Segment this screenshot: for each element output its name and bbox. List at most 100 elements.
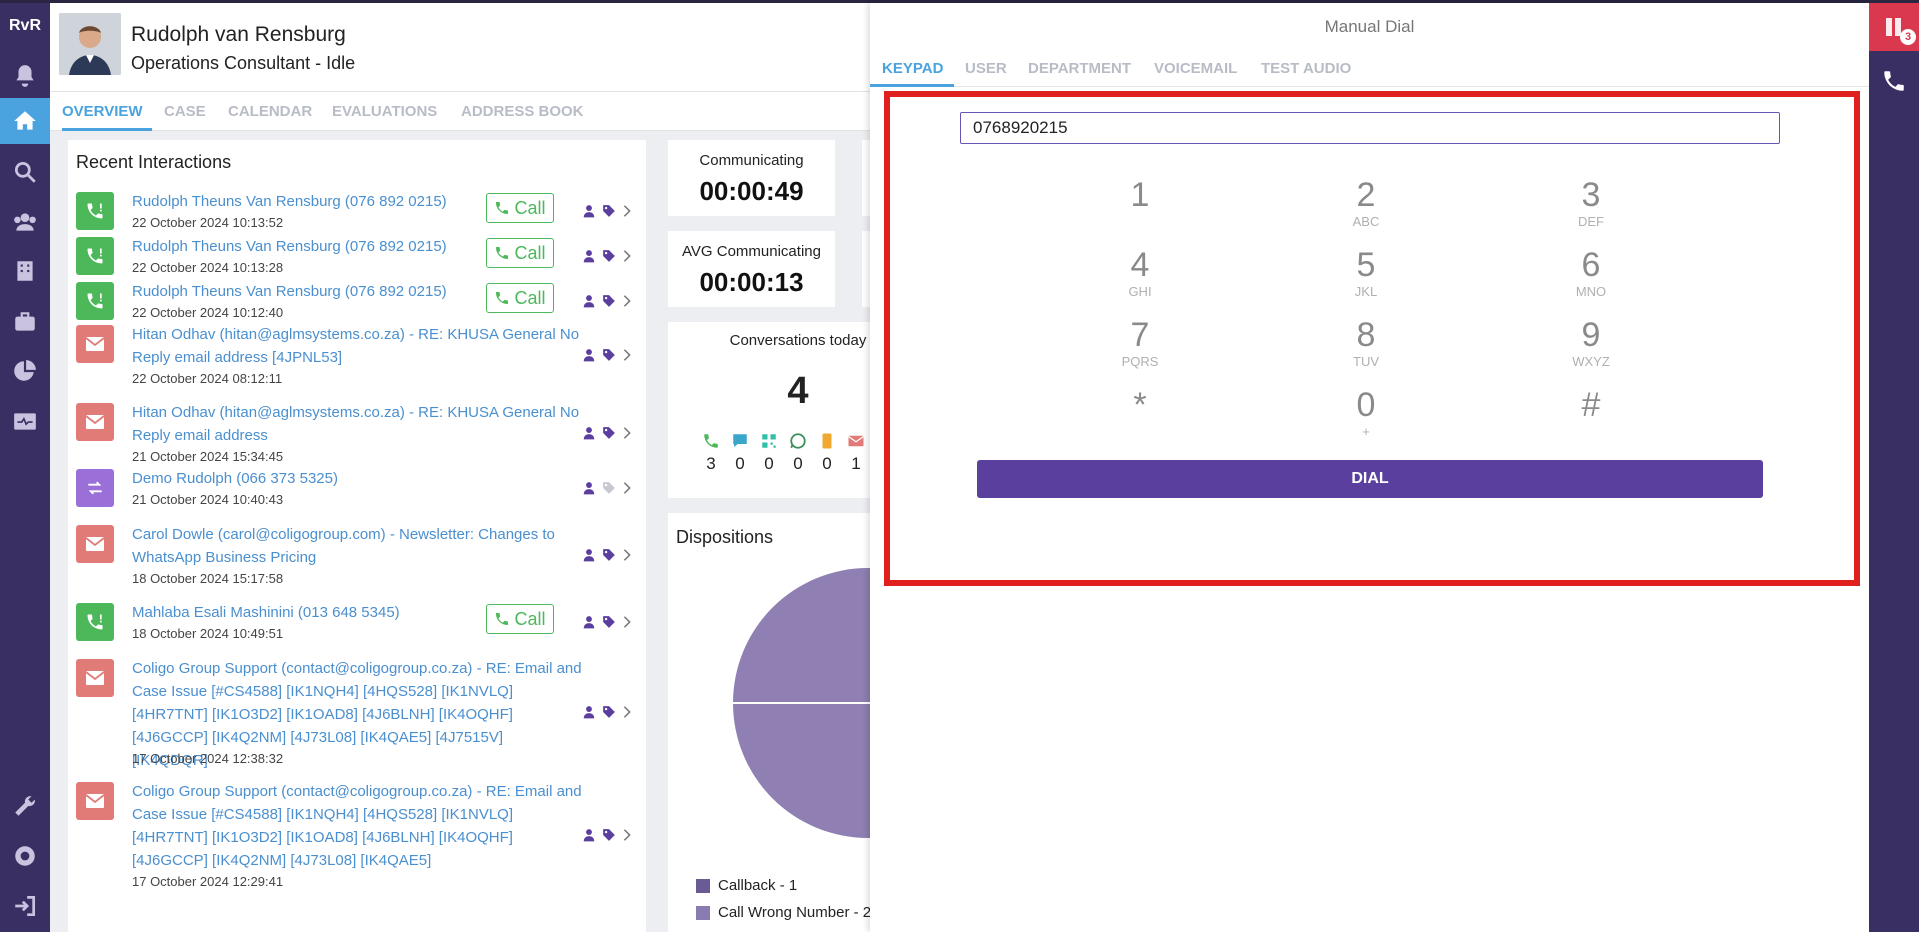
interaction-title[interactable]: Demo Rudolph (066 373 5325) [132,467,582,490]
keypad-key[interactable]: 0 + [1306,385,1426,449]
tag-icon[interactable] [602,828,616,842]
keypad-key[interactable]: 6 MNO [1531,245,1651,309]
chevron-right-icon[interactable] [622,481,632,495]
keypad-key[interactable]: 2 ABC [1306,175,1426,239]
chevron-right-icon[interactable] [622,426,632,440]
tag-icon[interactable] [602,426,616,440]
person-icon[interactable] [582,481,596,495]
tab-calendar[interactable]: CALENDAR [228,103,312,120]
interaction-title[interactable]: Hitan Odhav (hitan@aglmsystems.co.za) - … [132,323,582,369]
dial-tab-keypad[interactable]: KEYPAD [882,60,943,77]
interaction-title[interactable]: Hitan Odhav (hitan@aglmsystems.co.za) - … [132,401,582,447]
phone-icon[interactable] [1869,61,1919,101]
chevron-right-icon[interactable] [622,828,632,842]
tab-address-book[interactable]: ADDRESS BOOK [461,103,584,120]
logout-icon[interactable] [0,883,50,929]
interaction-row[interactable]: Rudolph Theuns Van Rensburg (076 892 021… [68,190,646,237]
interaction-row[interactable]: Hitan Odhav (hitan@aglmsystems.co.za) - … [68,323,646,393]
tag-icon[interactable] [602,204,616,218]
interaction-title[interactable]: Coligo Group Support (contact@coligogrou… [132,780,582,872]
person-icon[interactable] [582,426,596,440]
tab-case[interactable]: CASE [164,103,206,120]
dispositions-card: Dispositions Callback - 1 Call Wrong Num… [668,513,870,932]
communicating-card: Communicating 00:00:49 [668,140,835,216]
wrench-icon[interactable] [0,783,50,829]
person-icon[interactable] [582,204,596,218]
keypad-key[interactable]: 8 TUV [1306,315,1426,379]
interaction-row[interactable]: Demo Rudolph (066 373 5325) 21 October 20… [68,467,646,514]
chevron-right-icon[interactable] [622,294,632,308]
call-button[interactable]: Call [486,193,554,223]
tab-evaluations[interactable]: EVALUATIONS [332,103,437,120]
chevron-right-icon[interactable] [622,705,632,719]
tag-icon[interactable] [602,249,616,263]
user-status: Operations Consultant - Idle [131,53,356,73]
queue-badge: 3 [1900,29,1916,45]
recent-interactions-title: Recent Interactions [76,152,232,172]
interaction-title[interactable]: Carol Dowle (carol@coligogroup.com) - Ne… [132,523,582,569]
contacts-icon[interactable] [0,199,50,245]
queue-toggle[interactable]: 3 [1869,3,1919,51]
call-button[interactable]: Call [486,604,554,634]
dial-tab-department[interactable]: DEPARTMENT [1028,60,1131,77]
keypad-key[interactable]: 5 JKL [1306,245,1426,309]
person-icon[interactable] [582,615,596,629]
dial-tab-voicemail[interactable]: VOICEMAIL [1154,60,1237,77]
person-icon[interactable] [582,705,596,719]
tag-icon[interactable] [602,481,616,495]
home-icon[interactable] [0,98,50,144]
person-icon[interactable] [582,249,596,263]
keypad-key[interactable]: 7 PQRS [1080,315,1200,379]
interaction-row[interactable]: Rudolph Theuns Van Rensburg (076 892 021… [68,280,646,327]
key-letters: PQRS [1121,354,1159,369]
interaction-row[interactable]: Rudolph Theuns Van Rensburg (076 892 021… [68,235,646,282]
person-icon[interactable] [582,348,596,362]
email-icon [76,325,114,363]
keypad-key[interactable]: * [1080,385,1200,449]
interaction-row[interactable]: Coligo Group Support (contact@coligogrou… [68,780,646,896]
channel-count: 3 [706,454,716,473]
legend-label: Call Wrong Number - 2 [718,904,870,921]
keypad-key[interactable]: 3 DEF [1531,175,1651,239]
interaction-row[interactable]: Carol Dowle (carol@coligogroup.com) - Ne… [68,523,646,593]
call-button[interactable]: Call [486,283,554,313]
dial-tab-test-audio[interactable]: TEST AUDIO [1261,60,1351,77]
person-icon[interactable] [582,294,596,308]
interaction-row[interactable]: Mahlaba Esali Mashinini (013 648 5345) 18… [68,601,646,648]
chevron-right-icon[interactable] [622,615,632,629]
call-button[interactable]: Call [486,238,554,268]
dial-tab-user[interactable]: USER [965,60,1007,77]
interaction-row[interactable]: Hitan Odhav (hitan@aglmsystems.co.za) - … [68,401,646,471]
search-icon[interactable] [0,149,50,195]
tag-icon[interactable] [602,705,616,719]
interaction-date: 21 October 2024 15:34:45 [132,449,284,464]
lifebuoy-icon[interactable] [0,833,50,879]
person-icon[interactable] [582,548,596,562]
keypad-key[interactable]: 4 GHI [1080,245,1200,309]
dial-number-input[interactable] [960,112,1780,144]
keypad-key[interactable]: 1 [1080,175,1200,239]
agent-header: Rudolph van Rensburg Operations Consulta… [50,3,870,91]
chevron-right-icon[interactable] [622,548,632,562]
briefcase-icon[interactable] [0,299,50,345]
keypad-key[interactable]: 9 WXYZ [1531,315,1651,379]
keypad-key[interactable]: # [1531,385,1651,449]
bell-icon[interactable] [0,53,50,99]
building-icon[interactable] [0,248,50,294]
interaction-row[interactable]: Coligo Group Support (contact@coligogrou… [68,657,646,773]
chevron-right-icon[interactable] [622,249,632,263]
interaction-actions [582,828,632,842]
tag-icon[interactable] [602,294,616,308]
pie-chart-icon[interactable] [0,348,50,394]
tag-icon[interactable] [602,548,616,562]
email-icon [76,659,114,697]
person-icon[interactable] [582,828,596,842]
chevron-right-icon[interactable] [622,348,632,362]
tag-icon[interactable] [602,615,616,629]
dial-button[interactable]: DIAL [977,460,1763,498]
tag-icon[interactable] [602,348,616,362]
key-digit: 6 [1581,246,1601,284]
chevron-right-icon[interactable] [622,204,632,218]
tab-overview[interactable]: OVERVIEW [62,103,143,120]
monitor-icon[interactable] [0,399,50,445]
